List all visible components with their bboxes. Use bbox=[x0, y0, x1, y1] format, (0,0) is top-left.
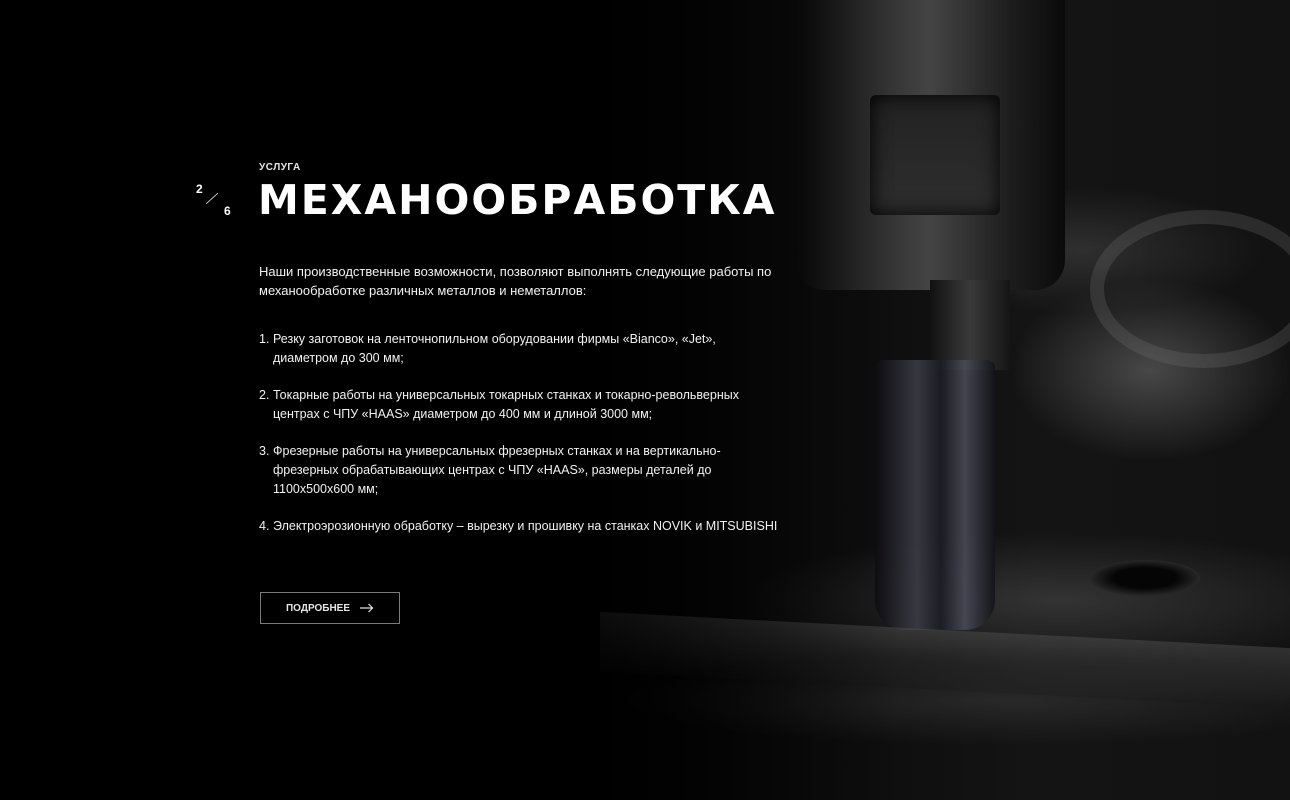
service-kicker: УСЛУГА bbox=[259, 162, 301, 173]
more-button-label: ПОДРОБНЕЕ bbox=[285, 602, 351, 614]
slide-divider bbox=[205, 192, 219, 205]
list-item: 4. Электроэрозионную обработку – вырезку… bbox=[259, 517, 779, 536]
service-intro: Наши производственные возможности, позво… bbox=[259, 264, 772, 298]
list-item-text: Резку заготовок на ленточнопильном обору… bbox=[273, 332, 716, 365]
list-item-text: Фрезерные работы на универсальных фрезер… bbox=[273, 444, 721, 496]
background-ring bbox=[1090, 210, 1290, 368]
arrow-right-icon bbox=[360, 603, 374, 613]
list-item-text: Электроэрозионную обработку – вырезку и … bbox=[273, 519, 778, 533]
background-collar bbox=[930, 280, 1010, 370]
background-hole bbox=[1090, 560, 1200, 596]
list-item-number: 2. bbox=[259, 388, 270, 402]
service-list: 1. Резку заготовок на ленточнопильном об… bbox=[259, 330, 779, 554]
list-item: 2. Токарные работы на универсальных тока… bbox=[259, 386, 779, 424]
slide-current: 2 bbox=[196, 182, 203, 196]
list-item-number: 1. bbox=[259, 332, 270, 346]
list-item-number: 4. bbox=[259, 519, 270, 533]
more-button[interactable]: ПОДРОБНЕЕ bbox=[260, 592, 400, 624]
list-item: 3. Фрезерные работы на универсальных фре… bbox=[259, 442, 779, 499]
list-item: 1. Резку заготовок на ленточнопильном об… bbox=[259, 330, 779, 368]
slide-counter: 2 6 bbox=[196, 182, 236, 218]
list-item-text: Токарные работы на универсальных токарны… bbox=[273, 388, 739, 421]
list-item-number: 3. bbox=[259, 444, 270, 458]
page-title: МЕХАНООБРАБОТКА bbox=[258, 176, 777, 224]
slide-total: 6 bbox=[224, 204, 231, 218]
